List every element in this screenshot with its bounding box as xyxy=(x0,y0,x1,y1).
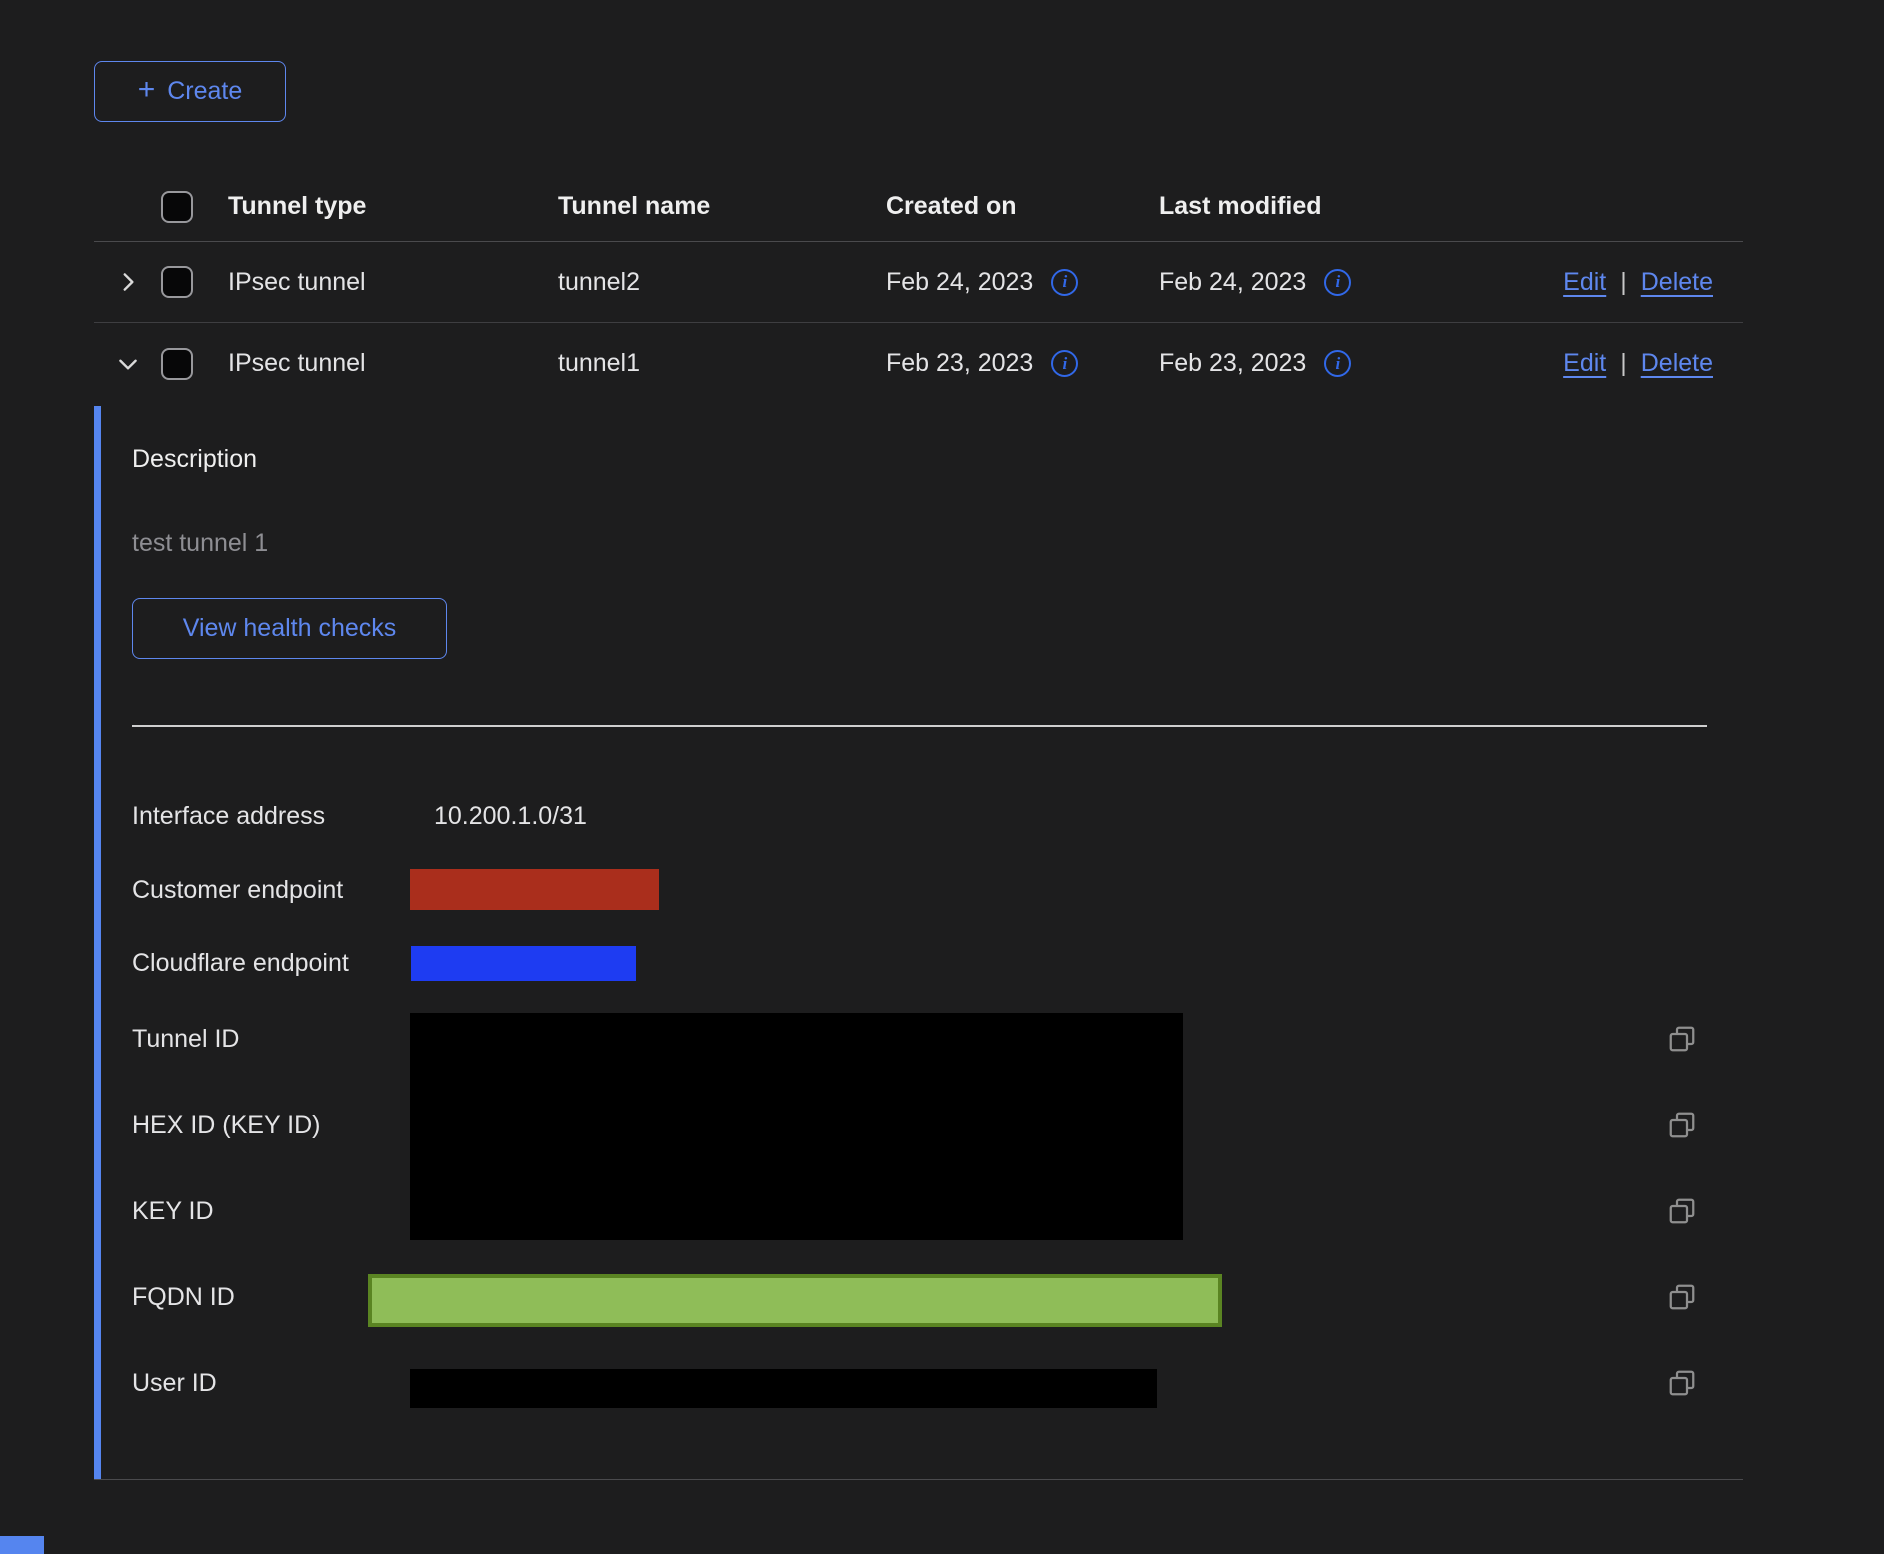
info-icon[interactable]: i xyxy=(1051,350,1078,377)
cell-tunnel-type: IPsec tunnel xyxy=(228,349,558,378)
delete-link[interactable]: Delete xyxy=(1641,268,1713,297)
field-label-user-id: User ID xyxy=(132,1367,217,1399)
edit-link[interactable]: Edit xyxy=(1563,268,1606,297)
info-icon[interactable]: i xyxy=(1051,269,1078,296)
table-header-row: Tunnel type Tunnel name Created on Last … xyxy=(94,172,1743,242)
copy-tunnel-id-button[interactable] xyxy=(1667,1024,1697,1054)
copy-icon xyxy=(1667,1196,1697,1226)
panel-bottom-divider xyxy=(94,1479,1743,1480)
copy-hex-id-button[interactable] xyxy=(1667,1110,1697,1140)
create-button[interactable]: + Create xyxy=(94,61,286,122)
redaction-user-id xyxy=(410,1369,1157,1408)
field-label-interface-address: Interface address xyxy=(132,800,325,832)
table-row: IPsec tunnel tunnel2 Feb 24, 2023 i Feb … xyxy=(94,242,1743,323)
create-button-label: Create xyxy=(167,77,242,106)
cell-created-on: Feb 24, 2023 xyxy=(886,268,1033,297)
table-row: IPsec tunnel tunnel1 Feb 23, 2023 i Feb … xyxy=(94,323,1743,404)
copy-key-id-button[interactable] xyxy=(1667,1196,1697,1226)
actions-separator: | xyxy=(1620,268,1627,297)
copy-icon xyxy=(1667,1110,1697,1140)
field-value-interface-address: 10.200.1.0/31 xyxy=(434,800,587,832)
copy-icon xyxy=(1667,1368,1697,1398)
header-last-modified: Last modified xyxy=(1159,192,1479,221)
copy-icon xyxy=(1667,1024,1697,1054)
cell-tunnel-name: tunnel2 xyxy=(558,268,886,297)
chevron-down-icon[interactable] xyxy=(115,351,141,377)
field-label-key-id: KEY ID xyxy=(132,1195,214,1227)
plus-icon: + xyxy=(138,75,156,105)
tunnel-detail-panel: Description test tunnel 1 View health ch… xyxy=(101,406,1743,1480)
cell-last-modified: Feb 24, 2023 xyxy=(1159,268,1306,297)
tunnels-page: + Create Tunnel type Tunnel name Created… xyxy=(0,0,1884,1554)
cell-tunnel-type: IPsec tunnel xyxy=(228,268,558,297)
redaction-fqdn-id xyxy=(368,1274,1222,1327)
field-label-customer-endpoint: Customer endpoint xyxy=(132,874,343,906)
cell-created-on: Feb 23, 2023 xyxy=(886,349,1033,378)
header-created-on: Created on xyxy=(886,192,1159,221)
row-checkbox[interactable] xyxy=(161,348,193,380)
row-checkbox[interactable] xyxy=(161,266,193,298)
expanded-row-accent-bar xyxy=(94,406,101,1480)
description-label: Description xyxy=(132,443,257,475)
edit-link[interactable]: Edit xyxy=(1563,349,1606,378)
select-all-checkbox[interactable] xyxy=(161,191,193,223)
delete-link[interactable]: Delete xyxy=(1641,349,1713,378)
field-label-tunnel-id: Tunnel ID xyxy=(132,1023,239,1055)
header-tunnel-type: Tunnel type xyxy=(228,192,558,221)
field-label-hex-id: HEX ID (KEY ID) xyxy=(132,1109,320,1141)
actions-separator: | xyxy=(1620,349,1627,378)
view-health-checks-label: View health checks xyxy=(183,614,397,643)
section-divider xyxy=(132,725,1707,727)
redaction-tunnel-hex-key-ids xyxy=(410,1013,1183,1240)
redaction-cloudflare-endpoint xyxy=(411,946,636,981)
info-icon[interactable]: i xyxy=(1324,269,1351,296)
description-value: test tunnel 1 xyxy=(132,527,268,559)
cell-last-modified: Feb 23, 2023 xyxy=(1159,349,1306,378)
copy-icon xyxy=(1667,1282,1697,1312)
field-label-cloudflare-endpoint: Cloudflare endpoint xyxy=(132,947,349,979)
copy-user-id-button[interactable] xyxy=(1667,1368,1697,1398)
copy-fqdn-id-button[interactable] xyxy=(1667,1282,1697,1312)
corner-accent-bar xyxy=(0,1536,44,1554)
view-health-checks-button[interactable]: View health checks xyxy=(132,598,447,659)
info-icon[interactable]: i xyxy=(1324,350,1351,377)
field-label-fqdn-id: FQDN ID xyxy=(132,1281,235,1313)
header-checkbox-cell xyxy=(161,191,228,223)
redaction-customer-endpoint xyxy=(410,869,659,910)
header-tunnel-name: Tunnel name xyxy=(558,192,886,221)
cell-tunnel-name: tunnel1 xyxy=(558,349,886,378)
tunnels-table: Tunnel type Tunnel name Created on Last … xyxy=(94,172,1743,404)
chevron-right-icon[interactable] xyxy=(115,269,141,295)
